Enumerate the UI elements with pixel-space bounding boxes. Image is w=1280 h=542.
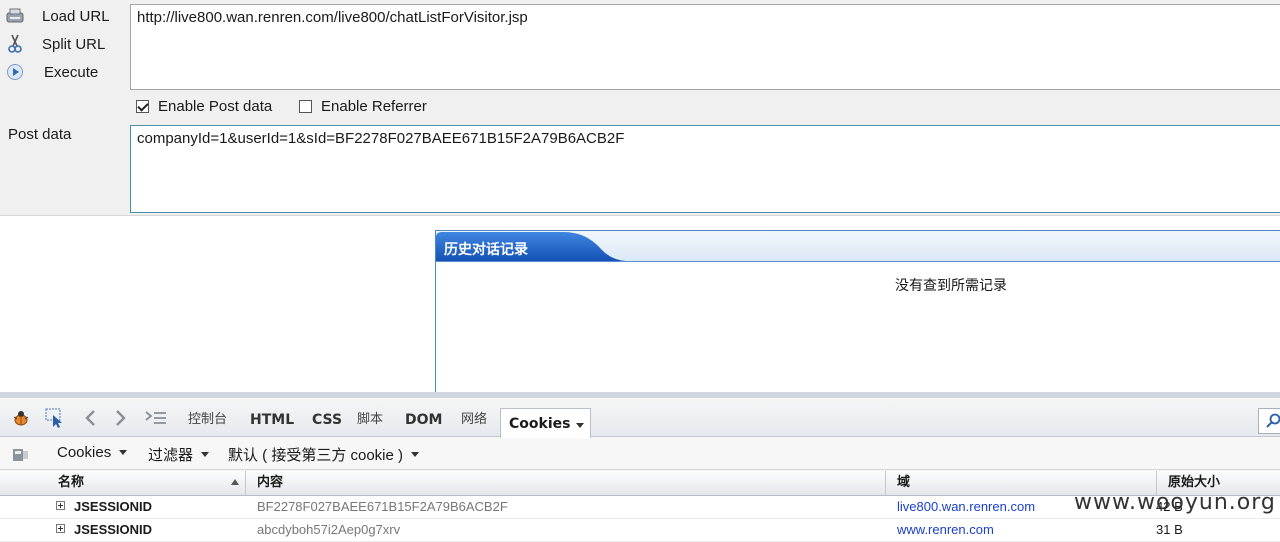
default-policy-menu[interactable]: 默认 ( 接受第三方 cookie ) (228, 444, 420, 465)
panel-title: 历史对话记录 (444, 242, 528, 258)
watermark: www.wooyun.org (1074, 490, 1276, 515)
post-data-text: companyId=1&userId=1&sId=BF2278F027BAEE6… (137, 130, 625, 147)
forward-icon[interactable] (111, 408, 131, 428)
filter-menu[interactable]: 过滤器 (148, 444, 210, 465)
inspect-element-icon[interactable] (45, 408, 65, 428)
tab-console[interactable]: 控制台 (188, 408, 227, 432)
enable-post-label: Enable Post data (158, 98, 273, 115)
filter-menu-label: 过滤器 (148, 447, 194, 464)
table-row[interactable]: JSESSIONID abcdyboh57i2Aep0g7xrv www.ren… (0, 519, 1280, 542)
cookies-menu-label: Cookies (57, 444, 112, 461)
cookies-menu[interactable]: Cookies (57, 444, 128, 461)
chevron-down-icon (576, 423, 585, 428)
history-panel: 历史对话记录 没有查到所需记录 (435, 230, 1280, 392)
expand-icon[interactable] (56, 501, 65, 510)
url-textarea[interactable]: http://live800.wan.renren.com/live800/ch… (130, 4, 1280, 90)
enable-referrer-label: Enable Referrer (321, 98, 427, 115)
cookies-toolbar: Cookies 过滤器 默认 ( 接受第三方 cookie ) (0, 437, 1280, 470)
cookie-break-icon[interactable] (11, 446, 29, 462)
url-text: http://live800.wan.renren.com/live800/ch… (137, 9, 528, 26)
load-url-label: Load URL (42, 7, 110, 25)
cookie-domain[interactable]: live800.wan.renren.com (897, 496, 1035, 518)
back-icon[interactable] (80, 408, 100, 428)
sort-ascending-icon (231, 479, 239, 485)
firebug-toolbar: 控制台 HTML CSS 脚本 DOM 网络 Cookies (0, 398, 1280, 438)
chevron-down-icon (201, 452, 210, 457)
post-data-textarea[interactable]: companyId=1&userId=1&sId=BF2278F027BAEE6… (130, 125, 1280, 213)
hackbar: Load URL Split URL Execute http://live80… (0, 0, 1280, 216)
cookie-name: JSESSIONID (74, 499, 153, 514)
execute-label: Execute (44, 63, 99, 81)
empty-message: 没有查到所需记录 (895, 278, 1007, 294)
tab-css[interactable]: CSS (312, 408, 342, 432)
cookie-content: abcdyboh57i2Aep0g7xrv (257, 522, 401, 537)
panel-title-tab: 历史对话记录 (436, 231, 626, 261)
tab-cookies-label: Cookies (509, 416, 571, 432)
split-url-button[interactable]: Split URL (0, 31, 125, 57)
tab-cookies[interactable]: Cookies (500, 408, 591, 438)
enable-referrer-check-icon (299, 100, 312, 113)
enable-post-check-icon (136, 100, 149, 113)
load-url-icon (4, 6, 26, 26)
enable-referrer-checkbox[interactable]: Enable Referrer (299, 98, 427, 115)
tab-html[interactable]: HTML (250, 408, 294, 432)
chevron-down-icon (119, 450, 128, 455)
cookie-size: 31 B (1156, 522, 1183, 537)
split-url-label: Split URL (42, 35, 106, 53)
command-line-icon[interactable] (144, 408, 168, 428)
tab-net[interactable]: 网络 (461, 408, 487, 432)
firebug-bug-icon[interactable] (11, 408, 31, 428)
default-policy-label: 默认 ( 接受第三方 cookie ) (228, 447, 404, 464)
cookie-name: JSESSIONID (74, 522, 153, 537)
play-icon (4, 62, 26, 82)
execute-button[interactable]: Execute (0, 59, 125, 85)
chevron-down-icon (411, 452, 420, 457)
column-content[interactable]: 内容 (257, 471, 283, 495)
firebug-panel: 控制台 HTML CSS 脚本 DOM 网络 Cookies Cookies 过… (0, 392, 1280, 542)
cookie-content: BF2278F027BAEE671B15F2A79B6ACB2F (257, 499, 508, 514)
enable-post-checkbox[interactable]: Enable Post data (136, 98, 272, 115)
load-url-button[interactable]: Load URL (0, 3, 125, 29)
tab-script[interactable]: 脚本 (357, 408, 383, 432)
column-domain[interactable]: 域 (897, 471, 910, 495)
search-box[interactable] (1258, 408, 1280, 434)
post-data-label: Post data (8, 126, 72, 143)
scissors-icon (4, 34, 26, 54)
column-name[interactable]: 名称 (58, 471, 84, 495)
panel-header: 历史对话记录 (436, 231, 1280, 262)
tab-dom[interactable]: DOM (405, 408, 442, 432)
cookie-domain[interactable]: www.renren.com (897, 519, 994, 541)
search-icon (1266, 413, 1280, 428)
